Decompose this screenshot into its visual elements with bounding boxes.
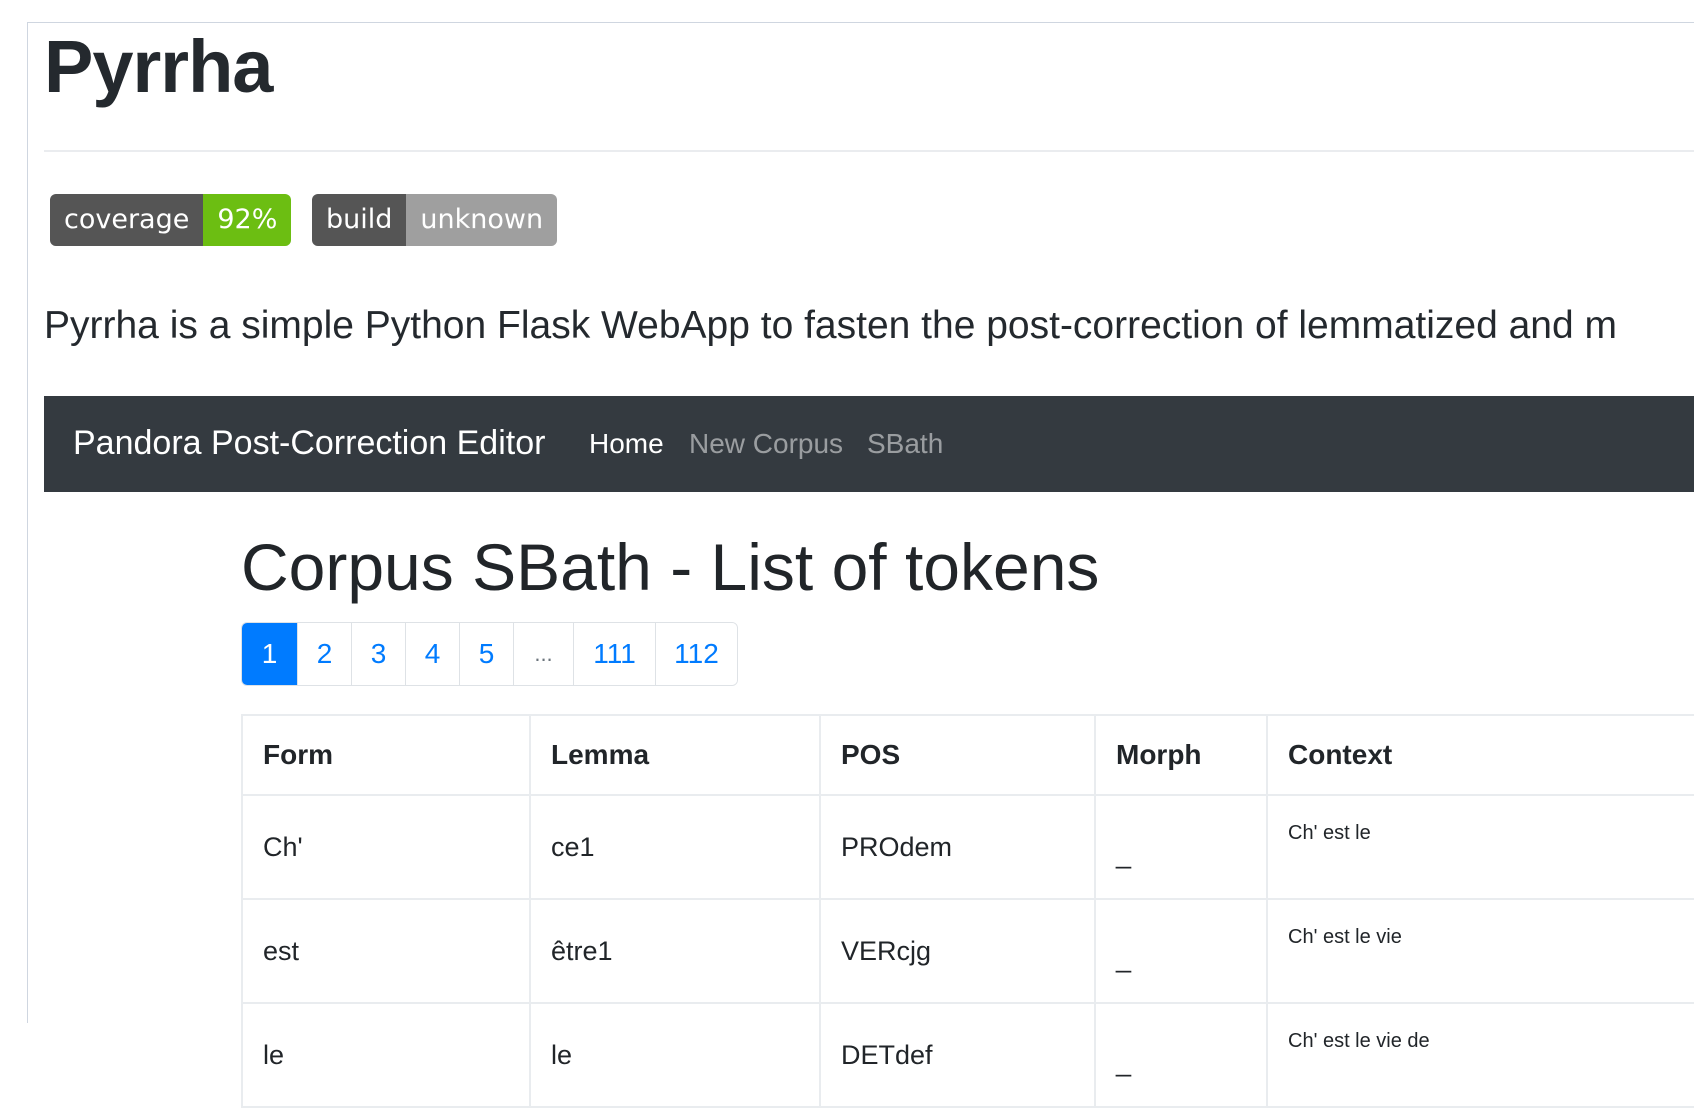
- tokens-table: Form Lemma POS Morph Context Ch' ce1 PRO…: [241, 714, 1694, 1108]
- page-4[interactable]: 4: [406, 623, 460, 685]
- cell-lemma[interactable]: être1: [529, 898, 821, 1004]
- cell-form[interactable]: le: [241, 1002, 531, 1108]
- column-header-context: Context: [1266, 714, 1694, 796]
- cell-pos[interactable]: VERcjg: [819, 898, 1096, 1004]
- page-112[interactable]: 112: [656, 623, 737, 685]
- coverage-badge[interactable]: coverage 92%: [50, 194, 292, 246]
- build-badge[interactable]: build unknown: [312, 194, 558, 246]
- table-row: est être1 VERcjg _ Ch' est le vie: [241, 898, 1694, 1004]
- page-5[interactable]: 5: [460, 623, 514, 685]
- page-3[interactable]: 3: [352, 623, 406, 685]
- cell-lemma[interactable]: le: [529, 1002, 821, 1108]
- cell-context: Ch' est le vie: [1266, 898, 1694, 1004]
- cell-form[interactable]: est: [241, 898, 531, 1004]
- cell-context: Ch' est le vie de: [1266, 1002, 1694, 1108]
- nav-link-sbath[interactable]: SBath: [867, 428, 943, 460]
- navbar-brand[interactable]: Pandora Post-Correction Editor: [73, 424, 545, 463]
- coverage-badge-label: coverage: [50, 194, 204, 246]
- column-header-morph: Morph: [1094, 714, 1268, 796]
- table-header-row: Form Lemma POS Morph Context: [241, 714, 1694, 796]
- readme-title: Pyrrha: [44, 25, 273, 108]
- table-row: Ch' ce1 PROdem _ Ch' est le: [241, 794, 1694, 900]
- cell-morph[interactable]: _: [1094, 794, 1268, 900]
- table-row: le le DETdef _ Ch' est le vie de: [241, 1002, 1694, 1108]
- cell-morph[interactable]: _: [1094, 1002, 1268, 1108]
- build-badge-value: unknown: [406, 194, 558, 246]
- cell-pos[interactable]: DETdef: [819, 1002, 1096, 1108]
- cell-lemma[interactable]: ce1: [529, 794, 821, 900]
- coverage-badge-value: 92%: [203, 194, 292, 246]
- cell-morph[interactable]: _: [1094, 898, 1268, 1004]
- pagination: 1 2 3 4 5 ... 111 112: [241, 622, 738, 686]
- nav-link-new-corpus[interactable]: New Corpus: [689, 428, 843, 460]
- navbar: Pandora Post-Correction Editor Home New …: [44, 396, 1694, 492]
- page-ellipsis: ...: [514, 623, 574, 685]
- title-divider: [44, 150, 1694, 152]
- build-badge-label: build: [312, 194, 407, 246]
- column-header-pos: POS: [819, 714, 1096, 796]
- page-1[interactable]: 1: [242, 623, 298, 685]
- app-screenshot: Pandora Post-Correction Editor Home New …: [44, 396, 1694, 1108]
- nav-link-home[interactable]: Home: [589, 428, 664, 460]
- page-111[interactable]: 111: [574, 623, 656, 685]
- column-header-form: Form: [241, 714, 531, 796]
- page-title: Corpus SBath - List of tokens: [241, 530, 1100, 604]
- cell-form[interactable]: Ch': [241, 794, 531, 900]
- cell-context: Ch' est le: [1266, 794, 1694, 900]
- page-2[interactable]: 2: [298, 623, 352, 685]
- cell-pos[interactable]: PROdem: [819, 794, 1096, 900]
- readme-description: Pyrrha is a simple Python Flask WebApp t…: [44, 304, 1617, 347]
- column-header-lemma: Lemma: [529, 714, 821, 796]
